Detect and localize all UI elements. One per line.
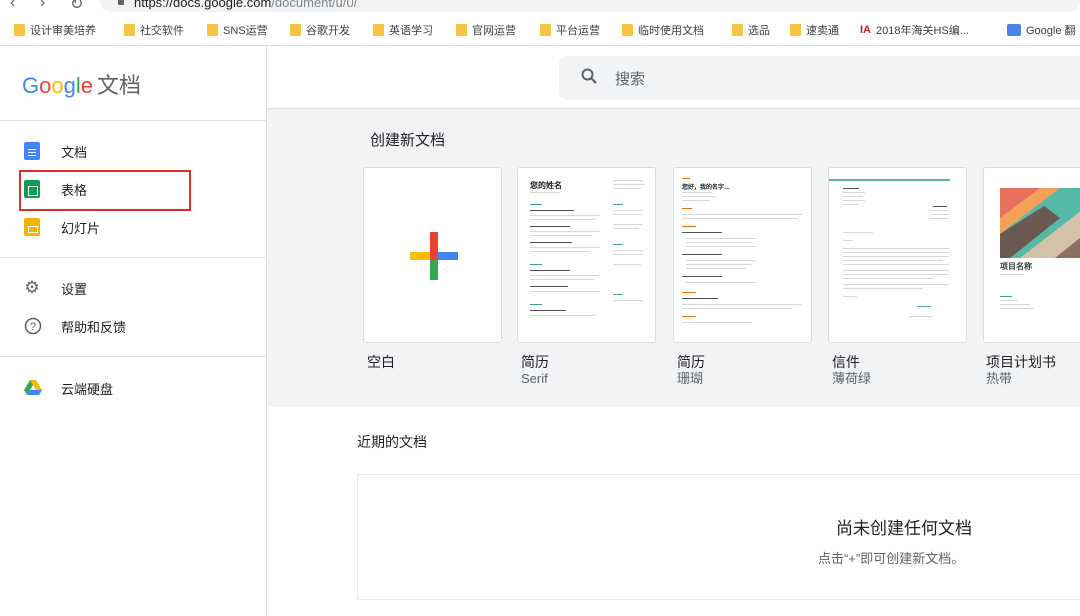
- folder-icon: [540, 24, 551, 36]
- drive-icon: [24, 380, 42, 396]
- preview-heading: 项目名称: [1000, 262, 1032, 271]
- back-icon[interactable]: ‹: [10, 0, 15, 12]
- bookmark-design[interactable]: 设计审美培养: [14, 23, 96, 37]
- docs-icon: [24, 142, 40, 160]
- sidebar-item-drive[interactable]: 云端硬盘: [24, 375, 113, 401]
- template-subtitle: Serif: [521, 371, 548, 386]
- ia-icon: IA: [860, 24, 871, 36]
- template-name: 简历: [521, 354, 549, 370]
- svg-text:?: ?: [30, 321, 36, 333]
- template-name: 项目计划书: [986, 354, 1056, 370]
- template-subtitle: 珊瑚: [677, 371, 704, 386]
- reload-icon[interactable]: ↻: [70, 0, 83, 14]
- template-section-title: 创建新文档: [370, 132, 446, 149]
- sidebar: Google 文档 文档 表格 幻灯片 ⚙ 设置 ? 帮助和反馈 云端硬盘: [0, 46, 267, 616]
- sidebar-item-label: 帮助和反馈: [61, 319, 127, 335]
- search-placeholder: 搜索: [615, 70, 646, 88]
- template-subtitle: 薄荷绿: [832, 371, 872, 386]
- bookmark-english[interactable]: 英语学习: [373, 23, 433, 37]
- folder-icon: [124, 24, 135, 36]
- template-card-letter-mint[interactable]: [828, 167, 967, 343]
- preview-heading: 您的姓名: [530, 181, 562, 190]
- address-text: https://docs.google.com/document/u/0/: [134, 0, 358, 10]
- bookmark-social[interactable]: 社交软件: [124, 23, 184, 37]
- recent-documents-panel: 尚未创建任何文档 点击“+”即可创建新文档。: [357, 474, 1080, 600]
- gear-icon: ⚙: [24, 278, 40, 297]
- sidebar-divider: [0, 120, 266, 121]
- folder-icon: [290, 24, 301, 36]
- bookmark-hs-code[interactable]: IA 2018年海关HS编...: [860, 23, 969, 37]
- sidebar-item-label: 文档: [61, 144, 88, 160]
- sidebar-item-label: 云端硬盘: [61, 381, 114, 397]
- empty-state-hint: 点击“+”即可创建新文档。: [818, 551, 965, 566]
- template-card-resume-serif[interactable]: 您的姓名: [517, 167, 656, 343]
- template-gallery: 创建新文档 空白 您的姓名 简历 Serif 您好，我的名字… 简历 珊瑚 信件…: [267, 109, 1080, 407]
- bookmark-temp-docs[interactable]: 临时使用文档: [622, 23, 704, 37]
- bookmark-platform[interactable]: 平台运营: [540, 23, 600, 37]
- folder-icon: [14, 24, 25, 36]
- search-input[interactable]: 搜索: [559, 56, 1080, 100]
- folder-icon: [732, 24, 743, 36]
- google-translate-icon: [1007, 24, 1021, 36]
- recent-section-title: 近期的文档: [357, 434, 427, 450]
- bookmark-aliexpress[interactable]: 速卖通: [790, 23, 839, 37]
- header: 搜索: [267, 46, 1080, 109]
- search-icon: [581, 68, 615, 89]
- template-name: 空白: [367, 354, 395, 370]
- template-card-blank[interactable]: [363, 167, 502, 343]
- bookmarks-bar: 设计审美培养 社交软件 SNS运营 谷歌开发 英语学习 官网运营 平台运营 临时…: [0, 14, 1080, 46]
- bookmark-product[interactable]: 选品: [732, 23, 770, 37]
- template-subtitle: 热带: [986, 371, 1013, 386]
- sidebar-item-label: 幻灯片: [61, 220, 101, 236]
- google-docs-logo[interactable]: Google 文档: [22, 68, 141, 100]
- bookmark-website[interactable]: 官网运营: [456, 23, 516, 37]
- folder-icon: [373, 24, 384, 36]
- folder-icon: [622, 24, 633, 36]
- sidebar-item-slides[interactable]: 幻灯片: [24, 214, 100, 240]
- browser-url-bar: ‹ › ↻ https://docs.google.com/document/u…: [0, 0, 1080, 14]
- help-icon: ?: [24, 317, 42, 335]
- folder-icon: [207, 24, 218, 36]
- highlight-annotation: [19, 170, 191, 211]
- folder-icon: [790, 24, 801, 36]
- sidebar-divider: [0, 356, 266, 357]
- template-card-project-tropic[interactable]: 项目名称: [983, 167, 1080, 343]
- sidebar-item-docs[interactable]: 文档: [24, 138, 87, 164]
- template-preview-graphic: [1000, 188, 1080, 258]
- template-name: 简历: [677, 354, 705, 370]
- sidebar-item-help[interactable]: ? 帮助和反馈: [24, 313, 126, 339]
- bookmark-google-dev[interactable]: 谷歌开发: [290, 23, 350, 37]
- sidebar-divider: [0, 257, 266, 258]
- address-field[interactable]: https://docs.google.com/document/u/0/: [100, 0, 1080, 12]
- template-name: 信件: [832, 354, 860, 370]
- template-card-resume-coral[interactable]: 您好，我的名字…: [673, 167, 812, 343]
- forward-icon[interactable]: ›: [40, 0, 45, 12]
- sidebar-item-settings[interactable]: ⚙ 设置: [24, 275, 87, 301]
- empty-state-title: 尚未创建任何文档: [836, 519, 972, 538]
- plus-icon: [410, 232, 458, 280]
- folder-icon: [456, 24, 467, 36]
- slides-icon: [24, 218, 40, 236]
- preview-heading: 您好，我的名字…: [682, 185, 731, 191]
- bookmark-google-translate[interactable]: Google 翻: [1007, 23, 1076, 37]
- bookmark-sns[interactable]: SNS运营: [207, 23, 268, 37]
- sidebar-item-label: 设置: [61, 281, 88, 297]
- lock-icon: [118, 0, 124, 5]
